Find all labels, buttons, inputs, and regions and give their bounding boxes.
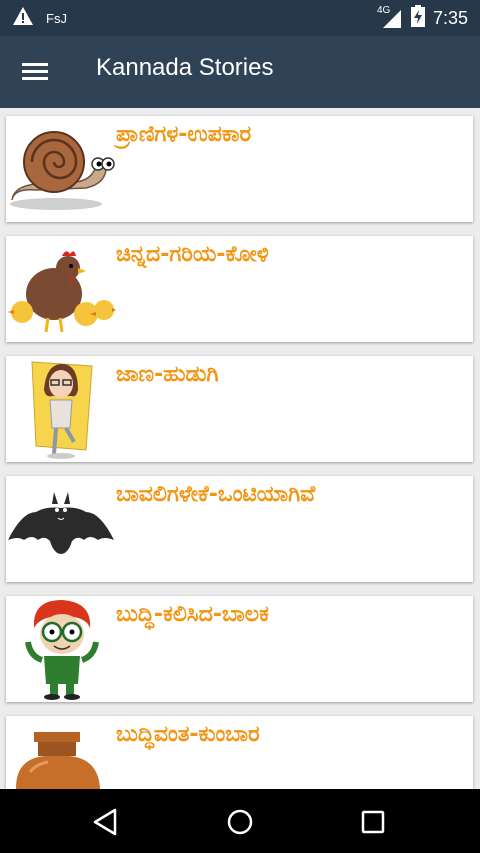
story-title: ಬುದ್ಧಿವಂತ-ಕುಂಬಾರ — [116, 722, 260, 747]
snail-image — [6, 118, 116, 222]
story-card[interactable]: ಬುದ್ಧಿವಂತ-ಕುಂಬಾರ — [6, 716, 473, 789]
story-title: ಬುದ್ಧಿ-ಕಲಿಸಿದ-ಬಾಲಕ — [116, 602, 269, 627]
navigation-bar — [0, 789, 480, 853]
story-title: ಬಾವಲಿಗಳೇಕೆ-ಒಂಟಿಯಾಗಿವೆ — [116, 482, 316, 507]
story-title: ಪ್ರಾಣಿಗಳ-ಉಪಕಾರ — [116, 122, 252, 147]
story-card[interactable]: ಜಾಣ-ಹುಡುಗಿ — [6, 356, 473, 462]
pot-image — [6, 718, 116, 789]
boy-image — [6, 598, 116, 702]
back-icon[interactable] — [89, 805, 123, 839]
recents-icon[interactable] — [356, 805, 390, 839]
bat-image — [6, 478, 116, 582]
hen-image — [6, 238, 116, 342]
status-bar: FsJ 4G 7:35 — [0, 0, 480, 36]
story-card[interactable]: ಬಾವಲಿಗಳೇಕೆ-ಒಂಟಿಯಾಗಿವೆ — [6, 476, 473, 582]
story-card[interactable]: ಚಿನ್ನದ-ಗರಿಯ-ಕೋಳಿ — [6, 236, 473, 342]
story-card[interactable]: ಬುದ್ಧಿ-ಕಲಿಸಿದ-ಬಾಲಕ — [6, 596, 473, 702]
story-card[interactable]: ಪ್ರಾಣಿಗಳ-ಉಪಕಾರ — [6, 116, 473, 222]
warning-icon — [12, 6, 34, 30]
home-icon[interactable] — [223, 805, 257, 839]
battery-icon — [410, 5, 425, 31]
network-4g-icon: 4G — [377, 5, 403, 29]
app-title: Kannada Stories — [96, 54, 274, 81]
app-bar: Kannada Stories — [0, 36, 480, 108]
notification-text: FsJ — [46, 10, 67, 26]
story-title: ಜಾಣ-ಹುಡುಗಿ — [116, 362, 219, 387]
status-time: 7:35 — [432, 7, 468, 28]
girl-image — [6, 358, 116, 462]
story-title: ಚಿನ್ನದ-ಗರಿಯ-ಕೋಳಿ — [116, 242, 269, 267]
story-list: ಪ್ರಾಣಿಗಳ-ಉಪಕಾರ ಚಿನ್ನದ-ಗರಿಯ-ಕೋಳಿ ಜಾಣ-ಹುಡು… — [0, 108, 480, 789]
menu-icon[interactable] — [20, 56, 52, 88]
